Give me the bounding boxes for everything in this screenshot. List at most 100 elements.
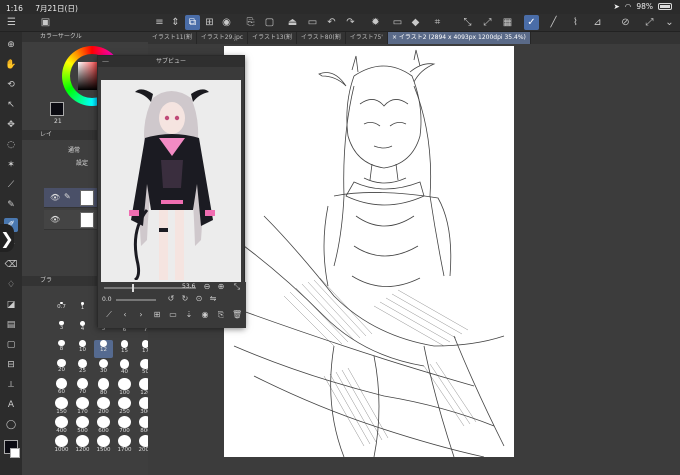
layer-blend-mode[interactable]: 通常 bbox=[68, 145, 80, 154]
ruler-icon[interactable]: ╱ bbox=[546, 15, 561, 30]
brush-size-cell[interactable]: 200 bbox=[94, 397, 113, 415]
sub-color-swatch[interactable] bbox=[10, 448, 20, 458]
zoom-in-icon[interactable]: ⊕ bbox=[216, 282, 226, 292]
view-icon[interactable]: ◉ bbox=[219, 15, 234, 30]
blend-tool-icon[interactable]: ♢ bbox=[4, 278, 18, 292]
brush-size-cell[interactable]: 1700 bbox=[115, 435, 134, 453]
camera-icon[interactable]: ◉ bbox=[200, 310, 210, 320]
tab-document[interactable]: イラスト75' bbox=[346, 32, 388, 44]
sidebar-collapse-button[interactable]: ❯ bbox=[0, 224, 14, 252]
eyedropper-icon[interactable]: ⟋ bbox=[104, 310, 114, 320]
balloon-tool-icon[interactable]: ◯ bbox=[4, 418, 18, 432]
copy-icon[interactable]: ⎘ bbox=[216, 310, 226, 320]
pen-check-icon[interactable]: ✓ bbox=[524, 15, 539, 30]
brush-size-cell[interactable]: 30 bbox=[94, 359, 113, 377]
lasso-tool-icon[interactable]: ◌ bbox=[4, 138, 18, 152]
open-image-icon[interactable]: ▭ bbox=[168, 310, 178, 320]
grid-view-icon[interactable]: ⊞ bbox=[152, 310, 162, 320]
resize-icon[interactable]: ⇕ bbox=[168, 15, 183, 30]
layer-setting[interactable]: 設定 bbox=[76, 158, 88, 167]
prev-image-icon[interactable]: ‹ bbox=[120, 310, 130, 320]
brush-size-cell[interactable]: 4 bbox=[73, 321, 92, 339]
fill-tool-icon[interactable]: ◪ bbox=[4, 298, 18, 312]
tab-document-active[interactable]: × イラスト2 (2894 x 4093px 1200dpi 35.4%) bbox=[387, 32, 531, 44]
loading-icon[interactable]: ✹ bbox=[368, 15, 383, 30]
grid-icon[interactable]: ⊞ bbox=[202, 15, 217, 30]
brush-size-cell[interactable]: 150 bbox=[52, 397, 71, 415]
hand-tool-icon[interactable]: ✋ bbox=[4, 58, 18, 72]
brush-size-cell[interactable]: 1 bbox=[73, 302, 92, 320]
tab-document[interactable]: イラスト11(割 bbox=[148, 32, 197, 44]
flip-icon[interactable]: ⇋ bbox=[208, 294, 218, 304]
brush-size-cell[interactable]: 100 bbox=[115, 378, 134, 396]
brush-size-cell[interactable]: 1000 bbox=[52, 435, 71, 453]
brush-size-cell[interactable]: 250 bbox=[115, 397, 134, 415]
brush-size-cell[interactable]: 8 bbox=[52, 340, 71, 358]
brush-size-cell[interactable]: 60 bbox=[52, 378, 71, 396]
brush-size-cell[interactable]: 1500 bbox=[94, 435, 113, 453]
fit-icon[interactable]: ⤡ bbox=[232, 282, 242, 292]
brush-size-cell[interactable]: 40 bbox=[115, 359, 134, 377]
brush-size-cell[interactable]: 10 bbox=[73, 340, 92, 358]
drawing-canvas[interactable] bbox=[224, 46, 514, 457]
pen-tool-icon[interactable]: ✎ bbox=[4, 198, 18, 212]
brush-size-cell[interactable]: 1200 bbox=[73, 435, 92, 453]
deselect-icon[interactable]: ⤡ bbox=[460, 15, 475, 30]
import-icon[interactable]: ⇣ bbox=[184, 310, 194, 320]
cmd-popup-icon[interactable]: ▣ bbox=[38, 15, 53, 30]
brush-size-cell[interactable]: 70 bbox=[73, 378, 92, 396]
color-circle-header[interactable]: カラーサークル bbox=[22, 32, 148, 42]
figure-tool-icon[interactable]: ▢ bbox=[4, 338, 18, 352]
brush-size-cell[interactable]: 700 bbox=[115, 416, 134, 434]
frame-tool-icon[interactable]: ⊟ bbox=[4, 358, 18, 372]
object-tool-icon[interactable]: ↖ bbox=[4, 98, 18, 112]
open-icon[interactable]: ▢ bbox=[262, 15, 277, 30]
subview-title[interactable]: サブビュー bbox=[98, 56, 244, 67]
brush-size-cell[interactable]: 170 bbox=[73, 397, 92, 415]
redo-icon[interactable]: ↷ bbox=[343, 15, 358, 30]
tab-document[interactable]: イラスト29.jpc bbox=[197, 32, 249, 44]
panel-main-color[interactable] bbox=[50, 102, 64, 116]
export-icon[interactable]: ▭ bbox=[305, 15, 320, 30]
select-area-icon[interactable]: ▦ bbox=[500, 15, 515, 30]
rotate-tool-icon[interactable]: ⟲ bbox=[4, 78, 18, 92]
brush-size-cell[interactable]: 600 bbox=[94, 416, 113, 434]
rotate-left-icon[interactable]: ↺ bbox=[166, 294, 176, 304]
eraser-tool-icon[interactable]: ⌫ bbox=[4, 258, 18, 272]
next-image-icon[interactable]: › bbox=[136, 310, 146, 320]
invert-selection-icon[interactable]: ⤢ bbox=[480, 15, 495, 30]
reset-rotation-icon[interactable]: ⊙ bbox=[194, 294, 204, 304]
new-file-icon[interactable]: ⎘ bbox=[243, 15, 258, 30]
move-tool-icon[interactable]: ✥ bbox=[4, 118, 18, 132]
brush-size-cell[interactable]: 500 bbox=[73, 416, 92, 434]
brush-size-cell[interactable]: 0.7 bbox=[52, 302, 71, 320]
crop-icon[interactable]: ⌗ bbox=[430, 15, 445, 30]
close-icon[interactable]: — bbox=[102, 58, 109, 65]
text-tool-icon[interactable]: A bbox=[4, 398, 18, 412]
ruler-tool-icon[interactable]: ⟂ bbox=[4, 378, 18, 392]
brush-size-cell[interactable]: 20 bbox=[52, 359, 71, 377]
eye-icon[interactable]: 👁 bbox=[50, 215, 60, 224]
brush-size-cell[interactable]: 3 bbox=[52, 321, 71, 339]
tab-document[interactable]: イラスト80(割 bbox=[297, 32, 346, 44]
zoom-out-icon[interactable]: ⊖ bbox=[202, 282, 212, 292]
brush-size-icon[interactable]: ⌇ bbox=[568, 15, 583, 30]
clear-icon[interactable]: ▭ bbox=[390, 15, 405, 30]
brush-size-cell[interactable]: 12 bbox=[94, 340, 113, 358]
undo-icon[interactable]: ↶ bbox=[324, 15, 339, 30]
fill-icon[interactable]: ◆ bbox=[408, 15, 423, 30]
tab-document[interactable]: イラスト13(割 bbox=[248, 32, 297, 44]
rotation-slider[interactable] bbox=[116, 299, 156, 301]
gradient-tool-icon[interactable]: ▤ bbox=[4, 318, 18, 332]
trash-icon[interactable]: 🗑 bbox=[232, 310, 242, 320]
eyedropper-icon[interactable]: ⟋ bbox=[4, 178, 18, 192]
zoom-slider-thumb[interactable] bbox=[132, 284, 134, 292]
brush-size-cell[interactable]: 15 bbox=[115, 340, 134, 358]
panel-toggle-icon[interactable]: ≡ bbox=[152, 15, 167, 30]
brush-size-cell[interactable]: 25 bbox=[73, 359, 92, 377]
ruler-snap-icon[interactable]: ⊿ bbox=[590, 15, 605, 30]
chevron-down-icon[interactable]: ⌄ bbox=[662, 15, 677, 30]
zoom-tool-icon[interactable]: ⊕ bbox=[4, 38, 18, 52]
menu-icon[interactable]: ☰ bbox=[4, 15, 19, 30]
magic-wand-icon[interactable]: ✶ bbox=[4, 158, 18, 172]
